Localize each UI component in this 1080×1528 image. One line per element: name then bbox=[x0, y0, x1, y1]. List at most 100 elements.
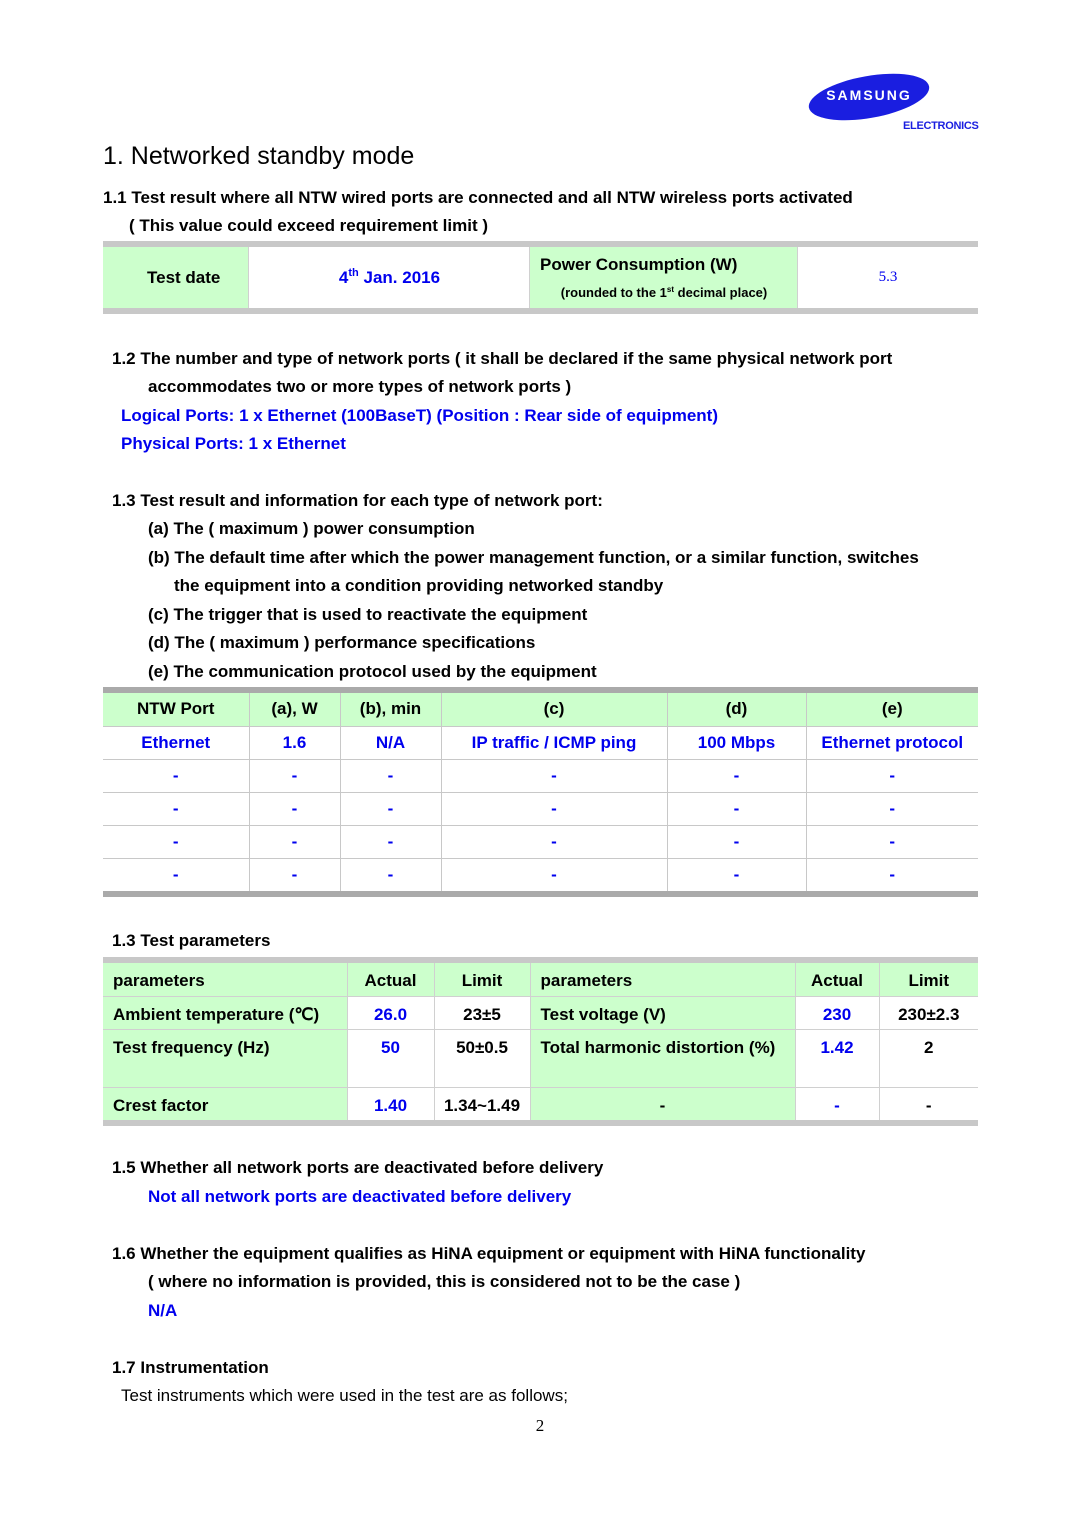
param-name: Test frequency (Hz) bbox=[103, 1029, 347, 1088]
param-limit: 23±5 bbox=[433, 996, 530, 1030]
logo-wordmark: SAMSUNG bbox=[826, 87, 912, 103]
section-1-2-heading-cont: accommodates two or more types of networ… bbox=[148, 377, 572, 396]
cell: - bbox=[248, 825, 340, 859]
section-1-5-heading: 1.5 Whether all network ports are deacti… bbox=[112, 1158, 604, 1177]
section-1-3-heading: 1.3 Test result and information for each… bbox=[112, 491, 603, 510]
section-1-1-note: ( This value could exceed requirement li… bbox=[129, 216, 488, 235]
table-row: - - - - - - bbox=[103, 792, 978, 826]
cell: - bbox=[805, 792, 978, 826]
table-row: - - - - - - bbox=[103, 759, 978, 793]
table-row: - - - - - - bbox=[103, 858, 978, 891]
list-item-a: (a) The ( maximum ) power consumption bbox=[148, 519, 475, 538]
cell: - bbox=[805, 825, 978, 859]
header-d: (d) bbox=[666, 693, 806, 727]
param-limit: 1.34~1.49 bbox=[433, 1087, 530, 1120]
cell: - bbox=[666, 825, 806, 859]
param-limit: - bbox=[878, 1087, 978, 1120]
test-date-label: Test date bbox=[147, 268, 221, 287]
param-name: Total harmonic distortion (%) bbox=[529, 1029, 795, 1088]
param-name: - bbox=[529, 1087, 795, 1120]
param-actual: 1.42 bbox=[794, 1029, 879, 1088]
header-limit: Limit bbox=[433, 963, 530, 997]
table-row: Ethernet 1.6 N/A IP traffic / ICMP ping … bbox=[103, 726, 978, 760]
cell: Ethernet bbox=[103, 726, 249, 760]
param-name: Test voltage (V) bbox=[529, 996, 795, 1030]
cell: - bbox=[666, 792, 806, 826]
list-item-c: (c) The trigger that is used to reactiva… bbox=[148, 605, 588, 624]
header-parameters: parameters bbox=[103, 963, 347, 997]
section-1-7-heading: 1.7 Instrumentation bbox=[112, 1358, 269, 1377]
logical-ports: Logical Ports: 1 x Ethernet (100BaseT) (… bbox=[121, 406, 719, 425]
test-date-value: 4th Jan. 2016 bbox=[338, 267, 441, 288]
page-title: 1. Networked standby mode bbox=[103, 142, 415, 170]
table-header-row: NTW Port (a), W (b), min (c) (d) (e) bbox=[103, 693, 978, 727]
cell: Ethernet protocol bbox=[805, 726, 978, 760]
test-date-label-cell: Test date bbox=[103, 247, 249, 308]
param-limit: 230±2.3 bbox=[878, 996, 978, 1030]
param-name: Ambient temperature (℃) bbox=[103, 996, 347, 1030]
cell: - bbox=[666, 759, 806, 793]
cell: N/A bbox=[339, 726, 441, 760]
section-1-2-heading: 1.2 The number and type of network ports… bbox=[112, 349, 893, 368]
cell: - bbox=[103, 825, 249, 859]
section-1-7-text: Test instruments which were used in the … bbox=[121, 1386, 568, 1405]
power-value-cell: 5.3 bbox=[798, 247, 978, 308]
table-row: Crest factor 1.40 1.34~1.49 - - - bbox=[103, 1087, 978, 1120]
cell: - bbox=[440, 792, 667, 826]
header-b: (b), min bbox=[339, 693, 441, 727]
cell: - bbox=[248, 792, 340, 826]
param-limit: 50±0.5 bbox=[433, 1029, 530, 1088]
param-actual: 50 bbox=[346, 1029, 434, 1088]
power-value: 5.3 bbox=[878, 269, 898, 285]
network-ports-table: NTW Port (a), W (b), min (c) (d) (e) Eth… bbox=[103, 687, 978, 897]
cell: - bbox=[339, 825, 441, 859]
section-1-6-heading: 1.6 Whether the equipment qualifies as H… bbox=[112, 1244, 866, 1263]
param-actual: 26.0 bbox=[346, 996, 434, 1030]
cell: - bbox=[103, 792, 249, 826]
power-label-cell: Power Consumption (W) (rounded to the 1s… bbox=[530, 247, 798, 308]
cell: - bbox=[440, 858, 667, 891]
cell: - bbox=[805, 858, 978, 891]
power-label: Power Consumption (W) bbox=[540, 255, 738, 274]
list-item-e: (e) The communication protocol used by t… bbox=[148, 662, 597, 681]
power-consumption-table: Test date 4th Jan. 2016 Power Consumptio… bbox=[103, 241, 978, 314]
header-c: (c) bbox=[440, 693, 667, 727]
test-parameters-table: parameters Actual Limit parameters Actua… bbox=[103, 957, 978, 1126]
param-actual: - bbox=[794, 1087, 879, 1120]
cell: - bbox=[666, 858, 806, 891]
power-label-note: (rounded to the 1st decimal place) bbox=[560, 285, 768, 300]
table-row: Test frequency (Hz) 50 50±0.5 Total harm… bbox=[103, 1029, 978, 1088]
section-1-6-note: ( where no information is provided, this… bbox=[148, 1272, 741, 1291]
list-item-d: (d) The ( maximum ) performance specific… bbox=[148, 633, 536, 652]
cell: IP traffic / ICMP ping bbox=[440, 726, 667, 760]
samsung-logo: SAMSUNG bbox=[805, 65, 933, 129]
logo-subtitle: ELECTRONICS bbox=[903, 120, 979, 132]
cell: - bbox=[805, 759, 978, 793]
test-parameters-heading: 1.3 Test parameters bbox=[112, 931, 271, 950]
section-1-6-answer: N/A bbox=[148, 1301, 178, 1320]
param-limit: 2 bbox=[878, 1029, 978, 1088]
param-actual: 230 bbox=[794, 996, 879, 1030]
cell: - bbox=[172, 864, 179, 884]
cell: 1.6 bbox=[248, 726, 340, 760]
page-number: 2 bbox=[535, 1416, 545, 1435]
cell: - bbox=[103, 759, 249, 793]
cell: - bbox=[339, 792, 441, 826]
section-1-5-answer: Not all network ports are deactivated be… bbox=[148, 1187, 572, 1206]
param-actual: 1.40 bbox=[346, 1087, 434, 1120]
cell: - bbox=[339, 759, 441, 793]
test-date-value-cell: 4th Jan. 2016 bbox=[249, 247, 530, 308]
cell: - bbox=[248, 858, 340, 891]
header-e: (e) bbox=[805, 693, 978, 727]
table-row: Ambient temperature (℃) 26.0 23±5 Test v… bbox=[103, 996, 978, 1030]
cell: - bbox=[440, 759, 667, 793]
cell: - bbox=[339, 858, 441, 891]
header-ntw-port: NTW Port bbox=[103, 693, 249, 727]
table-row: - - - - - - bbox=[103, 825, 978, 859]
header-actual: Actual bbox=[346, 963, 434, 997]
cell: - bbox=[248, 759, 340, 793]
physical-ports: Physical Ports: 1 x Ethernet bbox=[121, 434, 346, 453]
list-item-b-cont: the equipment into a condition providing… bbox=[174, 576, 664, 595]
cell: 100 Mbps bbox=[666, 726, 806, 760]
table-header-row: parameters Actual Limit parameters Actua… bbox=[103, 963, 978, 997]
